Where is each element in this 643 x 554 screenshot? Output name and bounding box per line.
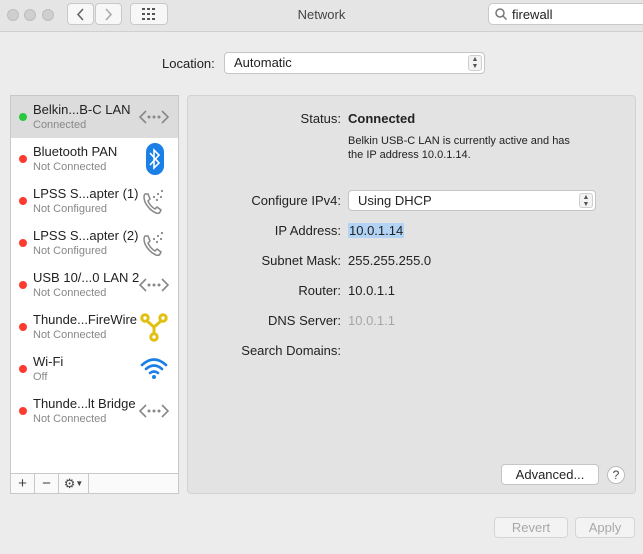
phone-icon bbox=[137, 227, 171, 259]
dns-server-value[interactable]: 10.0.1.1 bbox=[348, 313, 395, 328]
service-name: Belkin...B-C LAN bbox=[33, 102, 131, 117]
service-name: Thunde...FireWire bbox=[33, 312, 138, 327]
service-item[interactable]: Thunde...FireWire Not Connected bbox=[11, 306, 178, 348]
service-status: Not Configured bbox=[33, 203, 107, 215]
service-name: LPSS S...apter (2) bbox=[33, 228, 139, 243]
search-input-value: firewall bbox=[512, 7, 553, 22]
service-item[interactable]: LPSS S...apter (1) Not Configured bbox=[11, 180, 178, 222]
search-domains-label: Search Domains: bbox=[241, 343, 341, 358]
router-label: Router: bbox=[298, 283, 341, 298]
wifi-icon bbox=[137, 353, 171, 385]
location-label: Location: bbox=[162, 56, 215, 71]
service-item[interactable]: USB 10/...0 LAN 2 Not Connected bbox=[11, 264, 178, 306]
service-list-toolbar: + − ⚙ ▼ bbox=[11, 473, 178, 493]
apply-button[interactable]: Apply bbox=[575, 517, 635, 538]
ip-address-label: IP Address: bbox=[274, 223, 341, 238]
chevron-down-icon: ▼ bbox=[75, 479, 84, 488]
status-value: Connected bbox=[348, 111, 416, 126]
service-status: Not Connected bbox=[33, 287, 107, 299]
status-dot bbox=[19, 155, 27, 163]
add-service-button[interactable]: + bbox=[11, 474, 35, 493]
status-dot bbox=[19, 197, 27, 205]
status-dot bbox=[19, 323, 27, 331]
service-name: LPSS S...apter (1) bbox=[33, 186, 139, 201]
service-status: Not Connected bbox=[33, 413, 107, 425]
remove-service-button[interactable]: − bbox=[35, 474, 59, 493]
status-dot bbox=[19, 239, 27, 247]
subnet-mask-label: Subnet Mask: bbox=[261, 253, 342, 268]
service-item[interactable]: LPSS S...apter (2) Not Configured bbox=[11, 222, 178, 264]
service-status: Not Configured bbox=[33, 245, 107, 257]
service-status: Connected bbox=[33, 119, 87, 131]
configure-ipv4-label: Configure IPv4: bbox=[251, 193, 341, 208]
ip-address-value[interactable]: 10.0.1.14 bbox=[348, 223, 405, 238]
ethernet-icon bbox=[137, 269, 171, 301]
configure-ipv4-value: Using DHCP bbox=[358, 193, 432, 208]
subnet-mask-value[interactable]: 255.255.255.0 bbox=[348, 253, 431, 268]
popup-arrows-icon: ▲ ▼ bbox=[468, 55, 482, 71]
status-dot bbox=[19, 113, 27, 121]
phone-icon bbox=[137, 185, 171, 217]
popup-arrows-icon: ▲ ▼ bbox=[579, 193, 593, 208]
service-status: Not Connected bbox=[33, 329, 107, 341]
status-description-line-2: the IP address 10.0.1.14. bbox=[348, 149, 471, 161]
service-name: Thunde...lt Bridge bbox=[33, 396, 136, 411]
service-item[interactable]: Bluetooth PAN Not Connected bbox=[11, 138, 178, 180]
location-value: Automatic bbox=[234, 55, 292, 70]
dns-server-label: DNS Server: bbox=[268, 313, 341, 328]
service-item[interactable]: Belkin...B-C LAN Connected bbox=[11, 96, 178, 138]
router-value[interactable]: 10.0.1.1 bbox=[348, 283, 395, 298]
ethernet-icon bbox=[137, 101, 171, 133]
service-status: Not Connected bbox=[33, 161, 107, 173]
action-menu-button[interactable]: ⚙ ▼ bbox=[59, 474, 89, 493]
firewire-icon bbox=[137, 311, 171, 343]
revert-button[interactable]: Revert bbox=[494, 517, 568, 538]
advanced-button[interactable]: Advanced... bbox=[501, 464, 599, 485]
service-status: Off bbox=[33, 371, 48, 383]
status-dot bbox=[19, 365, 27, 373]
configure-ipv4-popup[interactable]: Using DHCP ▲ ▼ bbox=[348, 190, 596, 211]
status-description-line-1: Belkin USB-C LAN is currently active and… bbox=[348, 135, 570, 147]
service-name: Bluetooth PAN bbox=[33, 144, 118, 159]
gear-icon: ⚙ bbox=[63, 475, 76, 491]
service-name: USB 10/...0 LAN 2 bbox=[33, 270, 140, 285]
service-name: Wi-Fi bbox=[33, 354, 64, 369]
bluetooth-icon bbox=[137, 143, 171, 175]
help-button[interactable]: ? bbox=[607, 466, 625, 484]
search-icon bbox=[495, 8, 507, 20]
ethernet-icon bbox=[137, 395, 171, 427]
status-label: Status: bbox=[300, 111, 341, 126]
status-dot bbox=[19, 407, 27, 415]
service-list: Belkin...B-C LAN Connected Bluetooth PAN No… bbox=[10, 95, 179, 494]
location-popup[interactable]: Automatic ▲ ▼ bbox=[224, 52, 485, 74]
search-field[interactable]: firewall bbox=[488, 3, 643, 25]
service-item[interactable]: Thunde...lt Bridge Not Connected bbox=[11, 390, 178, 432]
service-item[interactable]: Wi-Fi Off bbox=[11, 348, 178, 390]
status-dot bbox=[19, 281, 27, 289]
